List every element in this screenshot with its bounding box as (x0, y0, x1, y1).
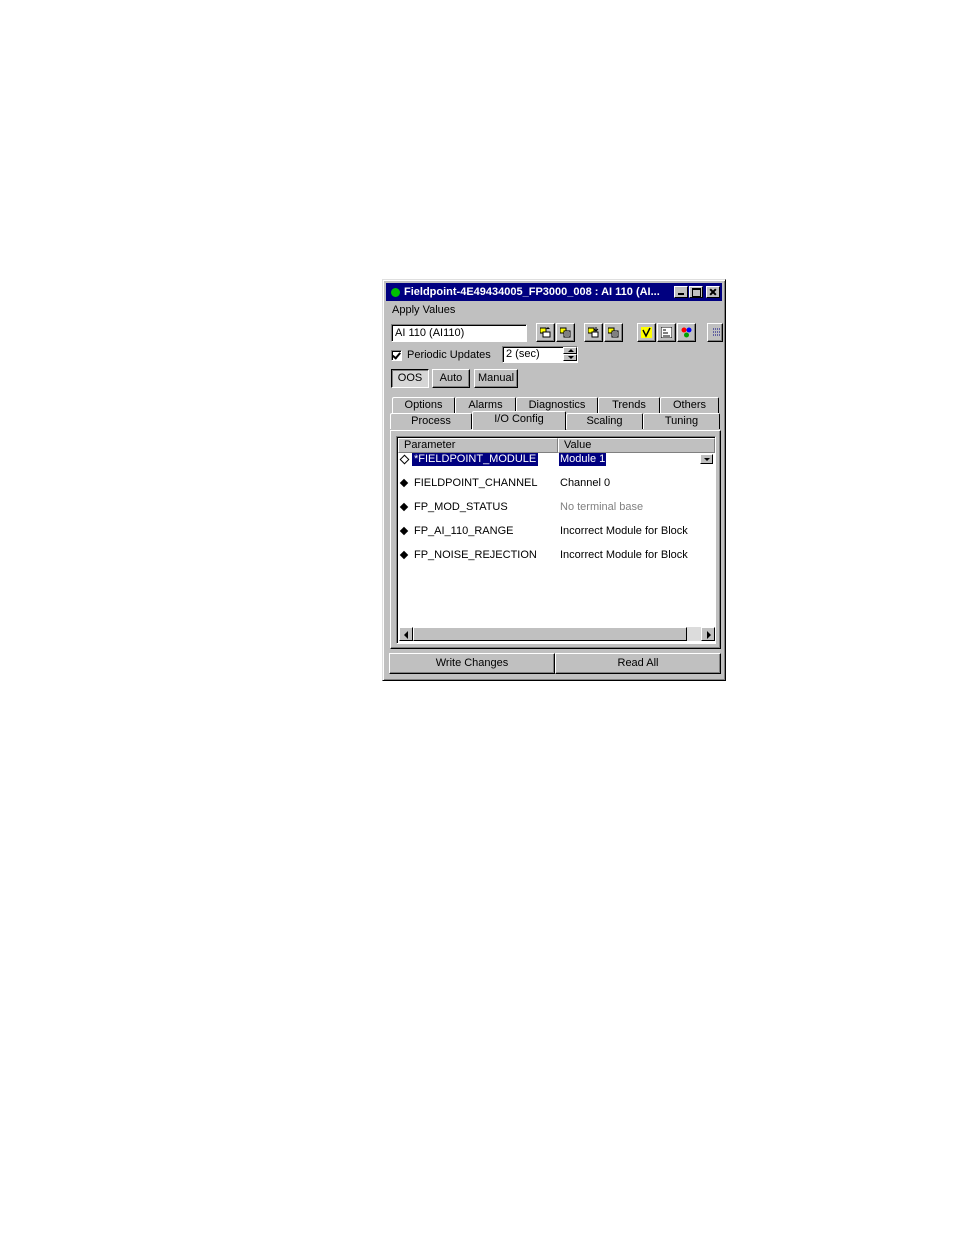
fieldpoint-window: Fieldpoint-4E49434005_FP3000_008 : AI 11… (382, 279, 726, 681)
spin-up-button[interactable] (563, 347, 577, 354)
tab-others[interactable]: Others (660, 397, 719, 413)
read-all-button-bottom[interactable]: Read All (555, 653, 721, 674)
column-header-parameter[interactable]: Parameter (398, 438, 558, 453)
read-icon (588, 327, 599, 338)
block-selector-input[interactable]: AI 110 (AI110) (391, 324, 527, 342)
tab-trends[interactable]: Trends (598, 397, 660, 413)
sort-button[interactable] (657, 323, 676, 342)
parameter-name: *FIELDPOINT_MODULE (412, 453, 539, 466)
window-title: Fieldpoint-4E49434005_FP3000_008 : AI 11… (404, 286, 660, 298)
parameter-bullet-icon (399, 502, 409, 512)
table-row[interactable]: *FIELDPOINT_MODULE Module 1 (398, 453, 715, 466)
write-changes-button[interactable]: Write Changes (389, 653, 555, 674)
tab-scaling[interactable]: Scaling (566, 413, 643, 429)
parameter-value[interactable]: Incorrect Module for Block (559, 525, 689, 538)
colors-button[interactable] (677, 323, 696, 342)
parameter-bullet-icon (399, 526, 409, 536)
horizontal-scrollbar[interactable] (399, 627, 715, 641)
update-interval-spinner[interactable]: 2 (sec) (502, 346, 578, 363)
parameter-bullet-icon (399, 550, 409, 560)
title-bar[interactable]: Fieldpoint-4E49434005_FP3000_008 : AI 11… (386, 283, 722, 301)
write-button[interactable] (536, 323, 555, 342)
read-all-icon (608, 327, 619, 338)
table-row[interactable]: FP_MOD_STATUS No terminal base (398, 501, 715, 514)
parameter-value[interactable]: Incorrect Module for Block (559, 549, 689, 562)
scrollbar-thumb[interactable] (413, 627, 687, 641)
menu-bar: Apply Values (389, 302, 458, 318)
sort-icon (661, 327, 672, 338)
tab-tuning[interactable]: Tuning (643, 413, 720, 429)
check-button[interactable] (637, 323, 656, 342)
parameter-bullet-icon (399, 478, 409, 488)
scroll-left-button[interactable] (399, 627, 413, 641)
spin-down-button[interactable] (563, 354, 577, 361)
parameter-grid: Parameter Value *FIELDPOINT_MODULE Modul… (396, 436, 716, 644)
write-icon (540, 327, 551, 338)
tab-io-config[interactable]: I/O Config (472, 411, 566, 430)
parameter-name: FP_MOD_STATUS (414, 501, 508, 513)
read-button[interactable] (584, 323, 603, 342)
check-icon (641, 327, 652, 338)
parameter-value: No terminal base (560, 501, 644, 513)
colors-icon (681, 327, 692, 338)
parameter-name: FP_NOISE_REJECTION (414, 549, 537, 561)
table-row[interactable]: FP_NOISE_REJECTION Incorrect Module for … (398, 549, 715, 562)
update-interval-value: 2 (sec) (506, 348, 540, 360)
table-row[interactable]: FP_AI_110_RANGE Incorrect Module for Blo… (398, 525, 715, 538)
read-all-button[interactable] (604, 323, 623, 342)
periodic-updates-row: Periodic Updates (391, 347, 491, 363)
close-button[interactable] (706, 286, 720, 298)
status-led-icon (391, 287, 400, 297)
parameter-name: FIELDPOINT_CHANNEL (414, 477, 538, 489)
parameter-value[interactable]: Channel 0 (559, 477, 611, 490)
manual-button[interactable]: Manual (474, 369, 518, 388)
parameter-name: FP_AI_110_RANGE (414, 525, 514, 537)
minimize-button[interactable] (674, 286, 688, 298)
write-all-button[interactable] (556, 323, 575, 342)
periodic-updates-label: Periodic Updates (407, 349, 491, 361)
value-dropdown-button[interactable] (700, 454, 713, 464)
table-row[interactable]: FIELDPOINT_CHANNEL Channel 0 (398, 477, 715, 490)
column-header-value[interactable]: Value (558, 438, 715, 453)
menu-apply-values[interactable]: Apply Values (389, 304, 458, 316)
io-config-panel: Parameter Value *FIELDPOINT_MODULE Modul… (390, 430, 721, 649)
parameter-value[interactable]: Module 1 (559, 453, 607, 466)
scroll-right-button[interactable] (701, 627, 715, 641)
periodic-updates-checkbox[interactable] (391, 349, 402, 361)
maximize-button[interactable] (689, 286, 703, 298)
options-button[interactable] (707, 323, 723, 342)
tab-options[interactable]: Options (392, 397, 455, 413)
parameter-bullet-icon (399, 454, 410, 465)
tab-process[interactable]: Process (390, 413, 472, 429)
oos-button[interactable]: OOS (391, 369, 429, 388)
auto-button[interactable]: Auto (432, 369, 470, 388)
options-icon (713, 328, 721, 336)
write-all-icon (560, 327, 571, 338)
